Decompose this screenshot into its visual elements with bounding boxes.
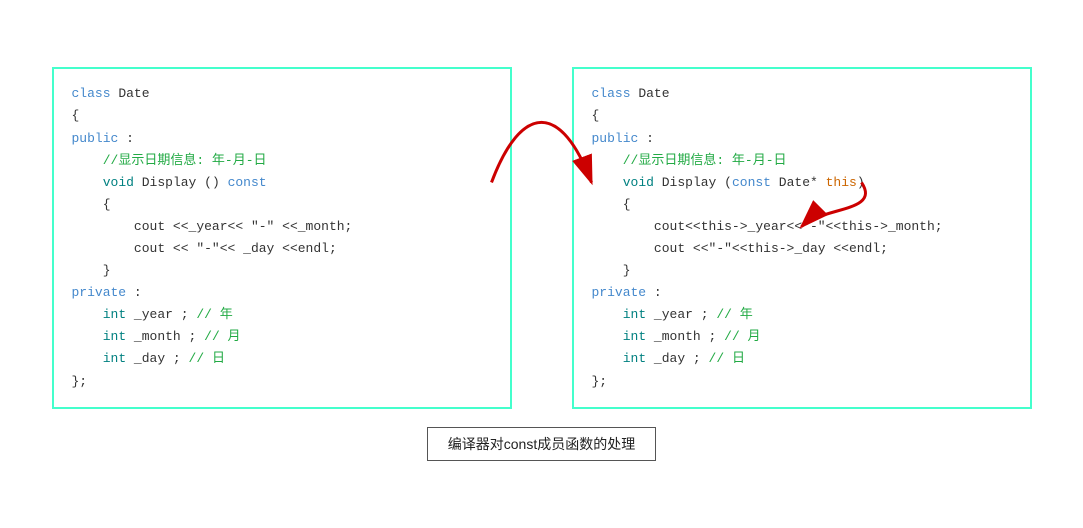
diagram-container: class Date { public : //显示日期信息: 年-月-日 vo… <box>20 67 1063 460</box>
line-10: private : <box>72 282 492 304</box>
r-line-1: class Date <box>592 83 1012 105</box>
left-code-panel: class Date { public : //显示日期信息: 年-月-日 vo… <box>52 67 512 408</box>
r-line-5: void Display (const Date* this) <box>592 172 1012 194</box>
r-line-10: private : <box>592 282 1012 304</box>
r-line-11: int _year ; // 年 <box>592 304 1012 326</box>
r-line-6: { <box>592 194 1012 216</box>
line-13: int _day ; // 日 <box>72 348 492 370</box>
line-3: public : <box>72 128 492 150</box>
right-code-panel: class Date { public : //显示日期信息: 年-月-日 vo… <box>572 67 1032 408</box>
line-7: cout <<_year<< "-" <<_month; <box>72 216 492 238</box>
r-line-12: int _month ; // 月 <box>592 326 1012 348</box>
r-line-9: } <box>592 260 1012 282</box>
r-line-13: int _day ; // 日 <box>592 348 1012 370</box>
line-4: //显示日期信息: 年-月-日 <box>72 150 492 172</box>
line-6: { <box>72 194 492 216</box>
line-5: void Display () const <box>72 172 492 194</box>
line-1: class Date <box>72 83 492 105</box>
line-11: int _year ; // 年 <box>72 304 492 326</box>
caption-box: 编译器对const成员函数的处理 <box>427 427 656 461</box>
line-8: cout << "-"<< _day <<endl; <box>72 238 492 260</box>
panels-wrapper: class Date { public : //显示日期信息: 年-月-日 vo… <box>20 67 1063 408</box>
caption-text: 编译器对const成员函数的处理 <box>448 436 635 452</box>
r-line-3: public : <box>592 128 1012 150</box>
line-12: int _month ; // 月 <box>72 326 492 348</box>
line-14: }; <box>72 371 492 393</box>
line-2: { <box>72 105 492 127</box>
r-line-4: //显示日期信息: 年-月-日 <box>592 150 1012 172</box>
r-line-14: }; <box>592 371 1012 393</box>
r-line-2: { <box>592 105 1012 127</box>
r-line-8: cout <<"-"<<this->_day <<endl; <box>592 238 1012 260</box>
r-line-7: cout<<this->_year<<"-"<<this->_month; <box>592 216 1012 238</box>
line-9: } <box>72 260 492 282</box>
